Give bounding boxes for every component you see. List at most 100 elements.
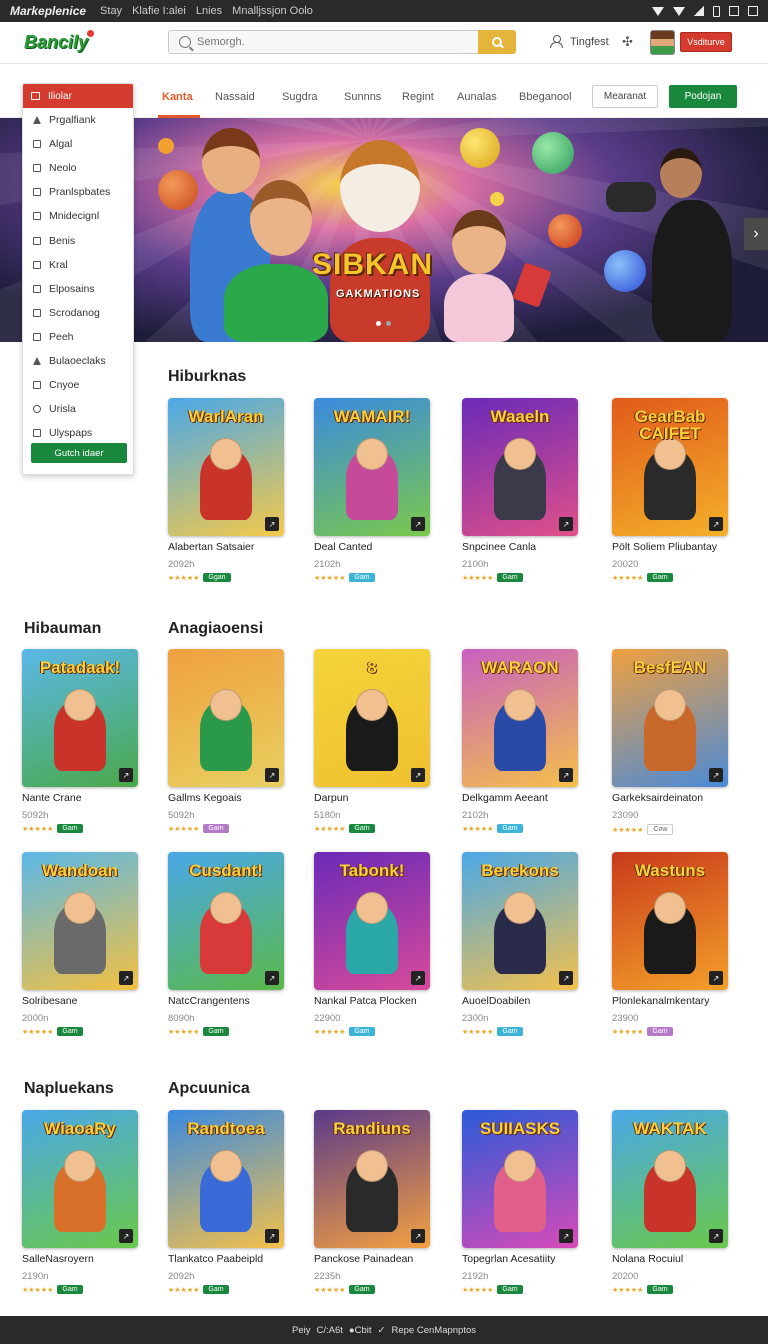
- header-cta-button[interactable]: Vsditurve: [680, 32, 732, 52]
- game-name[interactable]: Darpun: [314, 792, 434, 804]
- game-name[interactable]: Nankal Patca Plocken: [314, 995, 434, 1007]
- nav-tab-5[interactable]: Regint: [402, 91, 434, 103]
- menu-action-button[interactable]: Gutch idaer: [31, 443, 127, 463]
- game-card[interactable]: SUIIASKS ↗ Topegrlan Acesatiity 2192h ★★★★★ G…: [462, 1110, 582, 1294]
- carousel-dot[interactable]: [376, 321, 381, 326]
- nav-tab-3[interactable]: Sugdra: [282, 91, 317, 103]
- menu-item[interactable]: Pranlspbates: [23, 180, 133, 204]
- play-icon[interactable]: ↗: [559, 1229, 573, 1243]
- game-badge[interactable]: Gam: [57, 1285, 83, 1294]
- game-card[interactable]: ↗ Gallms Kegoais 5092h ★★★★★ Gam: [168, 649, 288, 833]
- game-name[interactable]: Garkeksairdeinaton: [612, 792, 732, 804]
- play-icon[interactable]: ↗: [411, 971, 425, 985]
- game-badge[interactable]: Gam: [203, 1027, 229, 1036]
- footer-item[interactable]: Peiy: [292, 1325, 310, 1336]
- game-card[interactable]: Wastuns ↗ Plonlekanalmkentary 23900 ★★★★★ Gam: [612, 852, 732, 1036]
- game-card[interactable]: Wandoan ↗ Solribesane 2000n ★★★★★ Gam: [22, 852, 142, 1036]
- menu-item[interactable]: Elposains: [23, 277, 133, 301]
- user-label[interactable]: Tingfest: [570, 36, 609, 48]
- play-icon[interactable]: ↗: [709, 768, 723, 782]
- nav-tab-7[interactable]: Bbeganool: [519, 91, 572, 103]
- game-thumbnail[interactable]: WAKTAK ↗: [612, 1110, 728, 1248]
- game-name[interactable]: Deal Canted: [314, 541, 434, 553]
- nav-tab-home[interactable]: Kanta: [162, 91, 193, 103]
- play-icon[interactable]: ↗: [265, 517, 279, 531]
- play-icon[interactable]: ↗: [265, 768, 279, 782]
- game-card[interactable]: WiaoaRy ↗ SalleNasroyern 2190n ★★★★★ Gam: [22, 1110, 142, 1294]
- menu-item[interactable]: Peeh: [23, 325, 133, 349]
- game-badge[interactable]: Gam: [497, 573, 523, 582]
- game-thumbnail[interactable]: Randiuns ↗: [314, 1110, 430, 1248]
- game-thumbnail[interactable]: Berekons ↗: [462, 852, 578, 990]
- game-name[interactable]: Panckose Painadean: [314, 1253, 434, 1265]
- game-thumbnail[interactable]: WarlAran ↗: [168, 398, 284, 536]
- game-thumbnail[interactable]: Cusdant! ↗: [168, 852, 284, 990]
- menu-item[interactable]: Prgalfiank: [23, 108, 133, 132]
- menu-item[interactable]: Kral: [23, 253, 133, 277]
- game-name[interactable]: NatcCrangentens: [168, 995, 288, 1007]
- play-icon[interactable]: ↗: [709, 1229, 723, 1243]
- play-icon[interactable]: ↗: [709, 517, 723, 531]
- game-card[interactable]: Waaeln ↗ Snpcinee Canla 2100h ★★★★★ Gam: [462, 398, 582, 582]
- game-name[interactable]: Topegrlan Acesatiity: [462, 1253, 582, 1265]
- menu-item[interactable]: Benis: [23, 228, 133, 252]
- game-badge[interactable]: Gam: [647, 1027, 673, 1036]
- game-card[interactable]: WarlAran ↗ Alabertan Satsaier 2092h ★★★★★ Gga…: [168, 398, 288, 582]
- game-name[interactable]: Solribesane: [22, 995, 142, 1007]
- menu-header[interactable]: Iliolar: [23, 84, 133, 108]
- menu-item[interactable]: Scrodanog: [23, 301, 133, 325]
- game-name[interactable]: Alabertan Satsaier: [168, 541, 288, 553]
- game-badge[interactable]: Gam: [497, 824, 523, 833]
- nav-tab-2[interactable]: Nassaid: [215, 91, 255, 103]
- game-card[interactable]: WARAON ↗ Delkgamm Aeeant 2102h ★★★★★ Gam: [462, 649, 582, 833]
- game-thumbnail[interactable]: Randtoea ↗: [168, 1110, 284, 1248]
- window-icon[interactable]: [729, 6, 739, 16]
- window-icon[interactable]: [748, 6, 758, 16]
- play-icon[interactable]: ↗: [411, 768, 425, 782]
- game-thumbnail[interactable]: BesfEAN ↗: [612, 649, 728, 787]
- search-bar[interactable]: [168, 30, 516, 54]
- nav-tab-6[interactable]: Aunalas: [457, 91, 497, 103]
- game-card[interactable]: Tabonk! ↗ Nankal Patca Plocken 22900 ★★★★★ Ga…: [314, 852, 434, 1036]
- game-badge[interactable]: Ggan: [203, 573, 231, 582]
- brand-logo[interactable]: Bancily: [24, 32, 88, 53]
- menu-item[interactable]: Algal: [23, 132, 133, 156]
- game-badge[interactable]: Gam: [203, 824, 229, 833]
- game-badge[interactable]: Gam: [497, 1285, 523, 1294]
- game-badge[interactable]: Gam: [647, 573, 673, 582]
- search-button[interactable]: [478, 30, 516, 54]
- game-name[interactable]: Plonlekanalmkentary: [612, 995, 732, 1007]
- game-badge[interactable]: Gam: [497, 1027, 523, 1036]
- game-thumbnail[interactable]: WiaoaRy ↗: [22, 1110, 138, 1248]
- menu-item[interactable]: Ulyspaps: [23, 421, 133, 445]
- game-card[interactable]: WAMAIR! ↗ Deal Canted 2102h ★★★★★ Gam: [314, 398, 434, 582]
- game-badge[interactable]: Gam: [349, 1027, 375, 1036]
- game-badge[interactable]: Cow: [647, 824, 674, 835]
- game-thumbnail[interactable]: WAMAIR! ↗: [314, 398, 430, 536]
- game-card[interactable]: WAKTAK ↗ Nolana Rocuiul 20200 ★★★★★ Gam: [612, 1110, 732, 1294]
- footer-item[interactable]: ●Cbit: [349, 1325, 372, 1336]
- game-card[interactable]: GearBab CAIFET ↗ Pölt Soliem Pliubantay 200…: [612, 398, 732, 582]
- game-badge[interactable]: Gam: [349, 824, 375, 833]
- footer-item[interactable]: C/:A6t: [316, 1325, 342, 1336]
- menu-item[interactable]: Urisla: [23, 397, 133, 421]
- play-icon[interactable]: ↗: [265, 971, 279, 985]
- game-name[interactable]: SalleNasroyern: [22, 1253, 142, 1265]
- game-thumbnail[interactable]: Wandoan ↗: [22, 852, 138, 990]
- game-badge[interactable]: Gam: [57, 824, 83, 833]
- status-link-4[interactable]: Mnalljssjon Oolo: [232, 5, 313, 17]
- menu-item[interactable]: Bulaoeclaks: [23, 349, 133, 373]
- play-icon[interactable]: ↗: [265, 1229, 279, 1243]
- game-badge[interactable]: Gam: [349, 1285, 375, 1294]
- nav-outline-button[interactable]: Mearanat: [592, 85, 658, 108]
- game-badge[interactable]: Gam: [349, 573, 375, 582]
- game-name[interactable]: AuoelDoabilen: [462, 995, 582, 1007]
- game-name[interactable]: Snpcinee Canla: [462, 541, 582, 553]
- play-icon[interactable]: ↗: [119, 1229, 133, 1243]
- game-badge[interactable]: Gam: [647, 1285, 673, 1294]
- footer-item[interactable]: Repe CenMapnptos: [392, 1325, 477, 1336]
- game-name[interactable]: Nante Crane: [22, 792, 142, 804]
- search-input[interactable]: [197, 36, 487, 48]
- game-thumbnail[interactable]: Waaeln ↗: [462, 398, 578, 536]
- game-thumbnail[interactable]: SUIIASKS ↗: [462, 1110, 578, 1248]
